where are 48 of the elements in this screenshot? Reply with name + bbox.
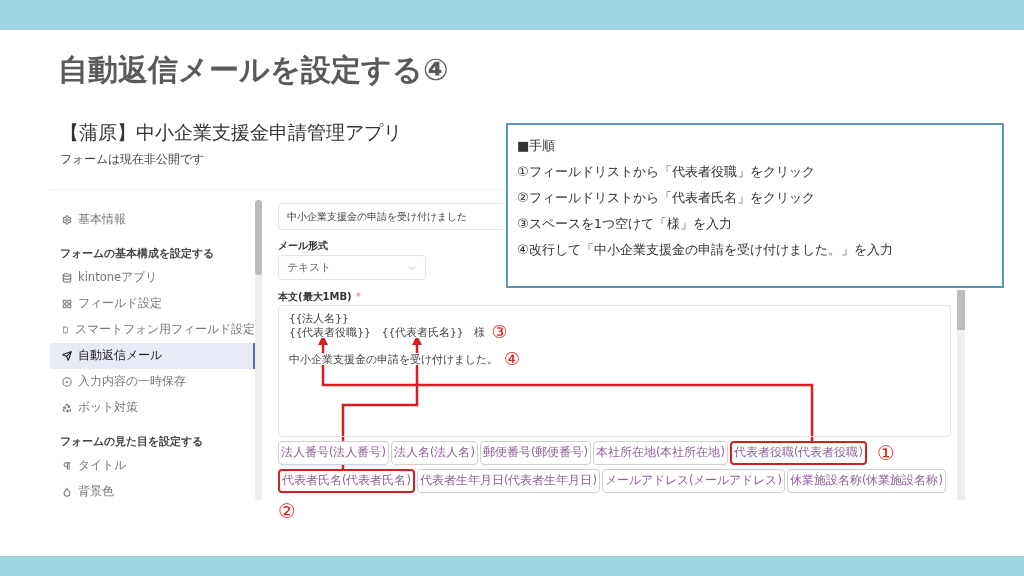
pilcrow-icon bbox=[62, 461, 72, 471]
field-insert-button[interactable]: 休業施設名称(休業施設名称) bbox=[786, 469, 946, 493]
step-text: ②フィールドリストから「代表者氏名」をクリック bbox=[517, 189, 816, 208]
app-title: 【蒲原】中小企業支援金申請管理アプリ bbox=[60, 120, 403, 144]
main-scrollbar[interactable] bbox=[957, 290, 965, 500]
sidebar-item[interactable]: 自動返信メール bbox=[50, 343, 255, 369]
field-insert-button[interactable]: メールアドレス(メールアドレス) bbox=[601, 469, 785, 493]
sidebar-heading: フォームの基本構成を設定する bbox=[60, 246, 214, 262]
recycle-icon bbox=[62, 403, 72, 413]
field-insert-button[interactable]: 郵便番号(郵便番号) bbox=[479, 441, 591, 465]
step-number-label: ② bbox=[278, 500, 296, 522]
grid-icon bbox=[62, 299, 72, 309]
database-icon bbox=[62, 273, 72, 283]
field-insert-button[interactable]: 代表者生年月日(代表者生年月日) bbox=[417, 469, 600, 493]
sidebar-scrollbar[interactable] bbox=[255, 200, 262, 500]
format-select[interactable]: テキスト bbox=[278, 255, 426, 280]
field-insert-button[interactable]: 本社所在地(本社所在地) bbox=[592, 441, 728, 465]
phone-icon bbox=[62, 325, 69, 335]
field-insert-button[interactable]: 代表者役職(代表者役職) bbox=[729, 441, 867, 465]
required-mark: * bbox=[355, 290, 361, 303]
paper-plane-icon bbox=[62, 351, 72, 361]
field-label: 本文(最大1MB) bbox=[278, 290, 352, 303]
sidebar-item[interactable]: 背景色 bbox=[50, 479, 255, 500]
sidebar-item[interactable]: フィールド設定 bbox=[50, 291, 255, 317]
sidebar-item[interactable]: スマートフォン用フィールド設定 bbox=[50, 317, 255, 343]
field-label: メール形式 bbox=[278, 239, 328, 252]
field-insert-button[interactable]: 代表者氏名(代表者氏名) bbox=[278, 469, 415, 493]
sidebar-item[interactable]: kintoneアプリ bbox=[50, 265, 255, 291]
step-text: ④改行して「中小企業支援金の申請を受け付けました。」を入力 bbox=[517, 241, 894, 260]
step-number-label: ① bbox=[876, 442, 895, 464]
field-insert-button[interactable]: 法人名(法人名) bbox=[391, 441, 478, 465]
slide-title: 自動返信メールを設定する④ bbox=[58, 55, 449, 85]
step-text: ③スペースを1つ空けて「様」を入力 bbox=[517, 215, 733, 234]
sidebar-item[interactable]: 基本情報 bbox=[50, 207, 255, 233]
steps-heading: ■手順 bbox=[517, 137, 557, 156]
subject-field[interactable]: 中小企業支援金の申請を受け付けました bbox=[278, 203, 504, 230]
form-status: フォームは現在非公開です bbox=[60, 151, 205, 168]
field-insert-button[interactable]: 法人番号(法人番号) bbox=[278, 441, 389, 465]
sidebar-item[interactable]: 入力内容の一時保存 bbox=[50, 369, 255, 395]
sidebar-item[interactable]: ボット対策 bbox=[50, 395, 255, 421]
step-text: ①フィールドリストから「代表者役職」をクリック bbox=[517, 163, 816, 182]
droplet-icon bbox=[62, 487, 72, 497]
sidebar-item[interactable]: タイトル bbox=[50, 453, 255, 479]
step-number-label: ④ bbox=[504, 351, 521, 367]
step-number-label: ③ bbox=[491, 324, 508, 340]
sidebar-heading: フォームの見た目を設定する bbox=[60, 434, 203, 450]
gear-icon bbox=[62, 215, 72, 225]
target-icon bbox=[62, 377, 72, 387]
